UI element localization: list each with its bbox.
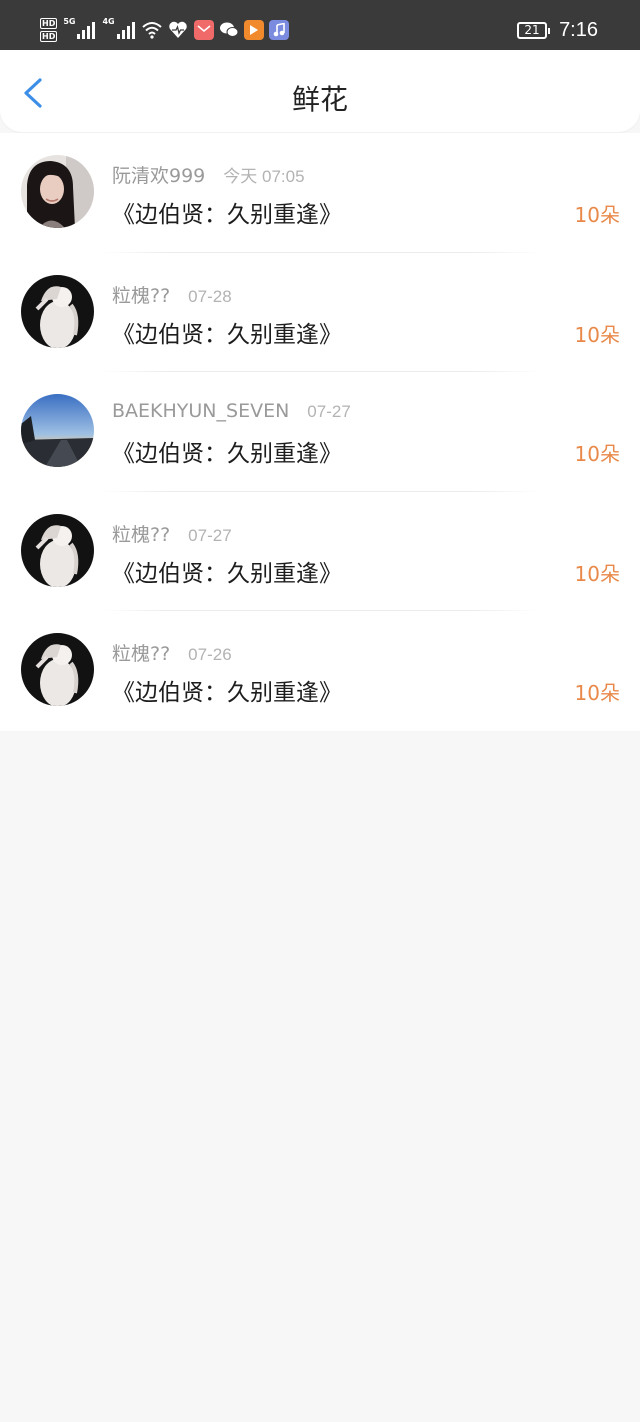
- list-item[interactable]: 粒槐?? 07-28 《边伯贤：久别重逢》 10朵: [0, 252, 640, 372]
- net-4g-label: 4G: [102, 17, 115, 26]
- flower-count: 10朵: [574, 681, 620, 705]
- timestamp: 07-26: [188, 645, 232, 664]
- avatar[interactable]: [21, 155, 94, 228]
- flower-count: 10朵: [574, 322, 620, 347]
- timestamp: 07-27: [188, 525, 232, 545]
- mail-app-icon: [193, 20, 214, 40]
- list-item[interactable]: 粒槐?? 07-27 《边伯贤：久别重逢》 10朵: [0, 491, 640, 611]
- timestamp: 今天 07:05: [223, 167, 305, 186]
- video-app-icon: [243, 20, 264, 40]
- record-meta: 粒槐?? 07-26: [112, 639, 232, 666]
- music-app-icon: [268, 20, 289, 40]
- signal-icon: [77, 22, 96, 39]
- book-title[interactable]: 《边伯贤：久别重逢》: [112, 673, 342, 707]
- flower-count: 10朵: [574, 442, 620, 466]
- flower-count: 10朵: [574, 203, 620, 227]
- battery-level: 21: [524, 23, 540, 37]
- hd-bottom-label: HD: [40, 31, 58, 42]
- header: 鲜花: [0, 50, 640, 132]
- flower-record-list: 阮清欢999 今天 07:05 《边伯贤：久别重逢》 10朵 粒槐?? 07-2…: [0, 133, 640, 731]
- book-title[interactable]: 《边伯贤：久别重逢》: [112, 315, 342, 349]
- list-item[interactable]: 粒槐?? 07-26 《边伯贤：久别重逢》 10朵: [0, 611, 640, 731]
- battery-icon: 21: [517, 22, 551, 39]
- record-meta: 粒槐?? 07-27: [112, 520, 232, 547]
- timestamp: 07-27: [307, 402, 351, 421]
- avatar[interactable]: [21, 513, 94, 587]
- wechat-icon: [219, 20, 239, 40]
- signal-icon-2: [116, 22, 135, 39]
- avatar[interactable]: [21, 274, 94, 348]
- record-meta: 粒槐?? 07-28: [112, 281, 232, 308]
- status-time: 7:16: [559, 19, 598, 41]
- book-title[interactable]: 《边伯贤：久别重逢》: [112, 554, 342, 588]
- hd-top-label: HD: [40, 18, 58, 29]
- username[interactable]: 阮清欢999: [112, 161, 205, 188]
- list-item[interactable]: BAEKHYUN_SEVEN 07-27 《边伯贤：久别重逢》 10朵: [0, 372, 640, 492]
- status-right: 21 7:16: [517, 19, 598, 42]
- health-heart-icon: [168, 21, 187, 38]
- record-meta: BAEKHYUN_SEVEN 07-27: [112, 400, 351, 422]
- avatar[interactable]: [21, 633, 94, 706]
- book-title[interactable]: 《边伯贤：久别重逢》: [112, 434, 342, 468]
- net-5g-label: 5G: [63, 17, 76, 26]
- status-bar: HD HD 5G 4G 21 7:16: [0, 0, 640, 50]
- username[interactable]: 粒槐??: [112, 520, 170, 547]
- book-title[interactable]: 《边伯贤：久别重逢》: [112, 195, 342, 229]
- status-left-icons: HD HD 5G 4G: [40, 15, 294, 45]
- wifi-icon: [141, 22, 162, 39]
- timestamp: 07-28: [188, 286, 232, 306]
- record-meta: 阮清欢999 今天 07:05: [112, 161, 305, 188]
- list-item[interactable]: 阮清欢999 今天 07:05 《边伯贤：久别重逢》 10朵: [0, 133, 640, 253]
- username[interactable]: BAEKHYUN_SEVEN: [112, 400, 289, 422]
- page-title: 鲜花: [291, 83, 348, 116]
- username[interactable]: 粒槐??: [112, 281, 170, 308]
- flower-count: 10朵: [574, 561, 620, 586]
- hd-indicator: HD HD: [40, 18, 58, 42]
- username[interactable]: 粒槐??: [112, 639, 170, 666]
- avatar[interactable]: [21, 394, 94, 467]
